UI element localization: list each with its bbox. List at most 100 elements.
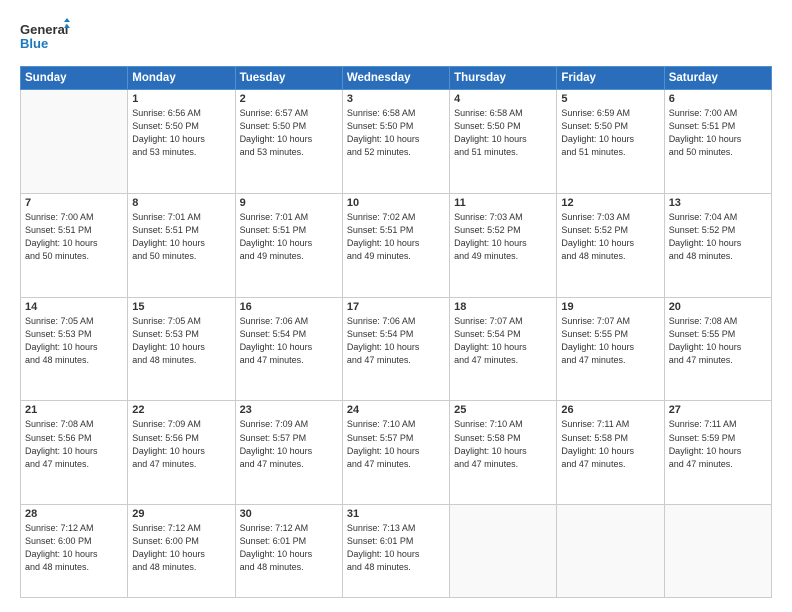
day-header-wednesday: Wednesday [342, 67, 449, 90]
day-info: Sunrise: 7:05 AMSunset: 5:53 PMDaylight:… [132, 315, 230, 367]
calendar-cell: 22 Sunrise: 7:09 AMSunset: 5:56 PMDayligh… [128, 401, 235, 505]
day-number: 28 [25, 508, 123, 520]
day-info: Sunrise: 7:10 AMSunset: 5:58 PMDaylight:… [454, 418, 552, 470]
calendar-cell: 30 Sunrise: 7:12 AMSunset: 6:01 PMDayligh… [235, 505, 342, 598]
day-number: 5 [561, 93, 659, 105]
day-info: Sunrise: 7:10 AMSunset: 5:57 PMDaylight:… [347, 418, 445, 470]
day-header-friday: Friday [557, 67, 664, 90]
svg-text:Blue: Blue [20, 36, 48, 51]
day-info: Sunrise: 6:56 AMSunset: 5:50 PMDaylight:… [132, 107, 230, 159]
day-number: 31 [347, 508, 445, 520]
svg-text:General: General [20, 22, 68, 37]
days-header-row: SundayMondayTuesdayWednesdayThursdayFrid… [21, 67, 772, 90]
day-info: Sunrise: 7:09 AMSunset: 5:57 PMDaylight:… [240, 418, 338, 470]
day-info: Sunrise: 7:06 AMSunset: 5:54 PMDaylight:… [240, 315, 338, 367]
day-info: Sunrise: 7:01 AMSunset: 5:51 PMDaylight:… [240, 211, 338, 263]
day-header-thursday: Thursday [450, 67, 557, 90]
day-number: 29 [132, 508, 230, 520]
week-row-4: 21 Sunrise: 7:08 AMSunset: 5:56 PMDayligh… [21, 401, 772, 505]
calendar-cell: 12 Sunrise: 7:03 AMSunset: 5:52 PMDayligh… [557, 193, 664, 297]
calendar-cell: 28 Sunrise: 7:12 AMSunset: 6:00 PMDayligh… [21, 505, 128, 598]
calendar-cell: 29Sunrise: 7:12 AMSunset: 6:00 PMDayligh… [128, 505, 235, 598]
calendar-cell: 18Sunrise: 7:07 AMSunset: 5:54 PMDayligh… [450, 297, 557, 401]
day-number: 27 [669, 404, 767, 416]
day-info: Sunrise: 6:58 AMSunset: 5:50 PMDaylight:… [454, 107, 552, 159]
day-number: 11 [454, 197, 552, 209]
day-info: Sunrise: 7:07 AMSunset: 5:54 PMDaylight:… [454, 315, 552, 367]
page: General Blue SundayMondayTuesdayWednesda… [0, 0, 792, 612]
calendar-cell: 21 Sunrise: 7:08 AMSunset: 5:56 PMDayligh… [21, 401, 128, 505]
day-info: Sunrise: 6:59 AMSunset: 5:50 PMDaylight:… [561, 107, 659, 159]
week-row-2: 7Sunrise: 7:00 AMSunset: 5:51 PMDaylight… [21, 193, 772, 297]
day-info: Sunrise: 7:02 AMSunset: 5:51 PMDaylight:… [347, 211, 445, 263]
day-header-tuesday: Tuesday [235, 67, 342, 90]
day-number: 14 [25, 301, 123, 313]
day-header-monday: Monday [128, 67, 235, 90]
day-info: Sunrise: 7:08 AMSunset: 5:56 PMDaylight:… [25, 418, 123, 470]
day-number: 17 [347, 301, 445, 313]
day-info: Sunrise: 7:12 AMSunset: 6:01 PMDaylight:… [240, 522, 338, 574]
calendar-cell: 3Sunrise: 6:58 AMSunset: 5:50 PMDaylight… [342, 90, 449, 194]
day-info: Sunrise: 7:09 AMSunset: 5:56 PMDaylight:… [132, 418, 230, 470]
day-info: Sunrise: 7:03 AMSunset: 5:52 PMDaylight:… [561, 211, 659, 263]
calendar-cell: 31 Sunrise: 7:13 AMSunset: 6:01 PMDayligh… [342, 505, 449, 598]
day-info: Sunrise: 7:05 AMSunset: 5:53 PMDaylight:… [25, 315, 123, 367]
calendar-cell: 25 Sunrise: 7:10 AMSunset: 5:58 PMDayligh… [450, 401, 557, 505]
calendar-cell: 20Sunrise: 7:08 AMSunset: 5:55 PMDayligh… [664, 297, 771, 401]
calendar-cell: 10 Sunrise: 7:02 AMSunset: 5:51 PMDayligh… [342, 193, 449, 297]
day-number: 12 [561, 197, 659, 209]
calendar-cell: 24 Sunrise: 7:10 AMSunset: 5:57 PMDayligh… [342, 401, 449, 505]
calendar-cell: 11Sunrise: 7:03 AMSunset: 5:52 PMDayligh… [450, 193, 557, 297]
day-number: 21 [25, 404, 123, 416]
day-number: 19 [561, 301, 659, 313]
day-number: 25 [454, 404, 552, 416]
day-info: Sunrise: 7:13 AMSunset: 6:01 PMDaylight:… [347, 522, 445, 574]
calendar-cell [21, 90, 128, 194]
calendar-cell: 9 Sunrise: 7:01 AMSunset: 5:51 PMDaylight… [235, 193, 342, 297]
day-number: 20 [669, 301, 767, 313]
day-info: Sunrise: 7:01 AMSunset: 5:51 PMDaylight:… [132, 211, 230, 263]
day-info: Sunrise: 7:12 AMSunset: 6:00 PMDaylight:… [25, 522, 123, 574]
day-number: 4 [454, 93, 552, 105]
day-info: Sunrise: 7:07 AMSunset: 5:55 PMDaylight:… [561, 315, 659, 367]
day-number: 1 [132, 93, 230, 105]
day-number: 23 [240, 404, 338, 416]
day-number: 9 [240, 197, 338, 209]
day-number: 7 [25, 197, 123, 209]
calendar-cell: 16Sunrise: 7:06 AMSunset: 5:54 PMDayligh… [235, 297, 342, 401]
day-number: 10 [347, 197, 445, 209]
week-row-1: 1 Sunrise: 6:56 AMSunset: 5:50 PMDaylight… [21, 90, 772, 194]
calendar-cell: 23 Sunrise: 7:09 AMSunset: 5:57 PMDayligh… [235, 401, 342, 505]
day-number: 26 [561, 404, 659, 416]
day-number: 3 [347, 93, 445, 105]
day-header-sunday: Sunday [21, 67, 128, 90]
calendar-cell: 26Sunrise: 7:11 AMSunset: 5:58 PMDayligh… [557, 401, 664, 505]
week-row-3: 14 Sunrise: 7:05 AMSunset: 5:53 PMDayligh… [21, 297, 772, 401]
calendar-cell: 17Sunrise: 7:06 AMSunset: 5:54 PMDayligh… [342, 297, 449, 401]
calendar-cell [450, 505, 557, 598]
calendar-cell: 15 Sunrise: 7:05 AMSunset: 5:53 PMDayligh… [128, 297, 235, 401]
calendar-cell [664, 505, 771, 598]
day-info: Sunrise: 7:00 AMSunset: 5:51 PMDaylight:… [669, 107, 767, 159]
day-header-saturday: Saturday [664, 67, 771, 90]
day-info: Sunrise: 7:11 AMSunset: 5:59 PMDaylight:… [669, 418, 767, 470]
day-number: 22 [132, 404, 230, 416]
calendar-cell: 1 Sunrise: 6:56 AMSunset: 5:50 PMDaylight… [128, 90, 235, 194]
calendar-table: SundayMondayTuesdayWednesdayThursdayFrid… [20, 66, 772, 598]
calendar-cell: 2Sunrise: 6:57 AMSunset: 5:50 PMDaylight… [235, 90, 342, 194]
day-number: 15 [132, 301, 230, 313]
calendar-cell: 7Sunrise: 7:00 AMSunset: 5:51 PMDaylight… [21, 193, 128, 297]
calendar-cell: 4 Sunrise: 6:58 AMSunset: 5:50 PMDaylight… [450, 90, 557, 194]
calendar-cell: 27 Sunrise: 7:11 AMSunset: 5:59 PMDayligh… [664, 401, 771, 505]
day-number: 30 [240, 508, 338, 520]
calendar-cell: 8Sunrise: 7:01 AMSunset: 5:51 PMDaylight… [128, 193, 235, 297]
day-number: 24 [347, 404, 445, 416]
calendar-cell: 13Sunrise: 7:04 AMSunset: 5:52 PMDayligh… [664, 193, 771, 297]
calendar-cell: 19 Sunrise: 7:07 AMSunset: 5:55 PMDayligh… [557, 297, 664, 401]
logo: General Blue [20, 18, 70, 56]
calendar-cell: 14 Sunrise: 7:05 AMSunset: 5:53 PMDayligh… [21, 297, 128, 401]
week-row-5: 28 Sunrise: 7:12 AMSunset: 6:00 PMDayligh… [21, 505, 772, 598]
header: General Blue [20, 18, 772, 56]
day-info: Sunrise: 7:04 AMSunset: 5:52 PMDaylight:… [669, 211, 767, 263]
calendar-cell: 6Sunrise: 7:00 AMSunset: 5:51 PMDaylight… [664, 90, 771, 194]
